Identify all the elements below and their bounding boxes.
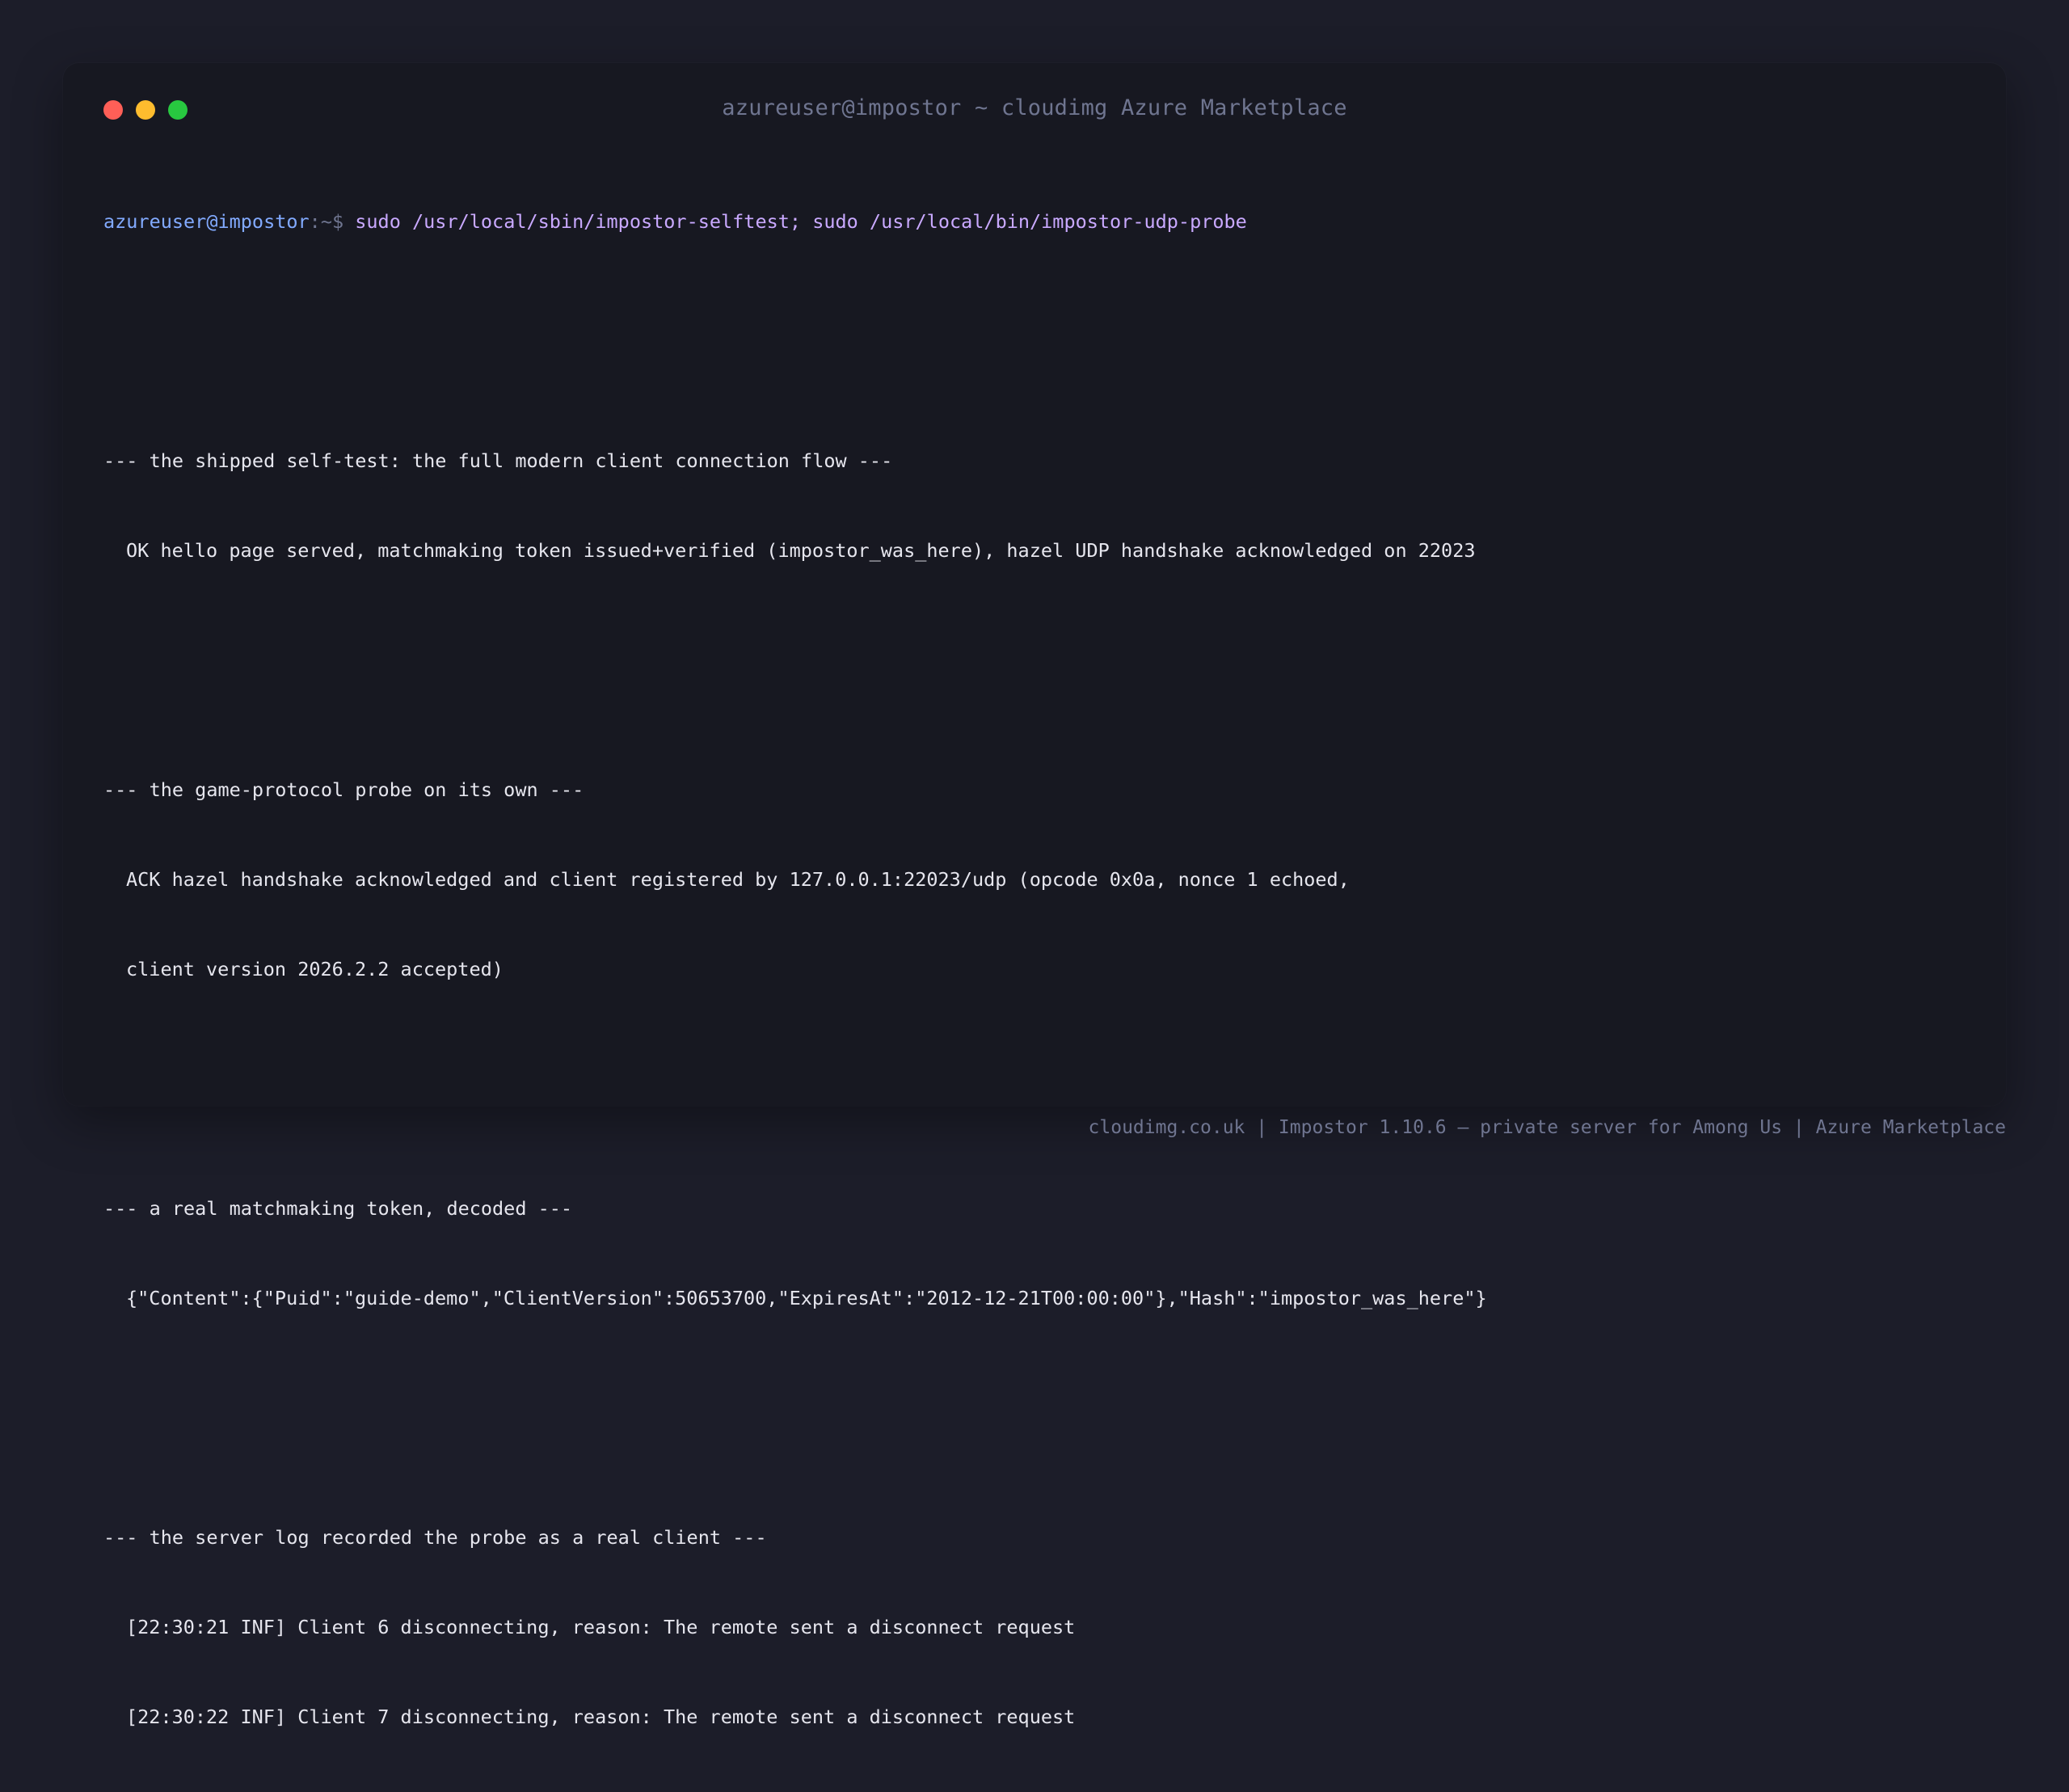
section-header: --- the shipped self-test: the full mode…: [103, 449, 893, 472]
window-title: azureuser@impostor ~ cloudimg Azure Mark…: [722, 95, 1347, 120]
log-line: [22:30:21 INF] Client 6 disconnecting, r…: [126, 1616, 1076, 1638]
output-line: OK hello page served, matchmaking token …: [126, 539, 1476, 562]
section-header: --- a real matchmaking token, decoded --…: [103, 1197, 573, 1220]
prompt-user: azureuser@impostor: [103, 210, 310, 233]
output-line: {"Content":{"Puid":"guide-demo","ClientV…: [126, 1287, 1487, 1309]
output-line: client version 2026.2.2 accepted): [126, 958, 504, 980]
command-text: sudo /usr/local/sbin/impostor-selftest; …: [355, 210, 1247, 233]
title-bar: azureuser@impostor ~ cloudimg Azure Mark…: [63, 63, 2006, 157]
footer-caption: cloudimg.co.uk | Impostor 1.10.6 — priva…: [1088, 1117, 2006, 1138]
command-line: azureuser@impostor:~$ sudo /usr/local/sb…: [103, 207, 1974, 237]
section-header: --- the game-protocol probe on its own -…: [103, 778, 584, 801]
log-line: [22:30:22 INF] Client 7 disconnecting, r…: [126, 1706, 1076, 1728]
terminal-window: azureuser@impostor ~ cloudimg Azure Mark…: [63, 63, 2006, 1728]
output-line: ACK hazel handshake acknowledged and cli…: [126, 868, 1350, 891]
terminal-output[interactable]: azureuser@impostor:~$ sudo /usr/local/sb…: [103, 147, 1974, 1792]
prompt-path: :~$: [309, 210, 356, 233]
section-header: --- the server log recorded the probe as…: [103, 1526, 767, 1549]
